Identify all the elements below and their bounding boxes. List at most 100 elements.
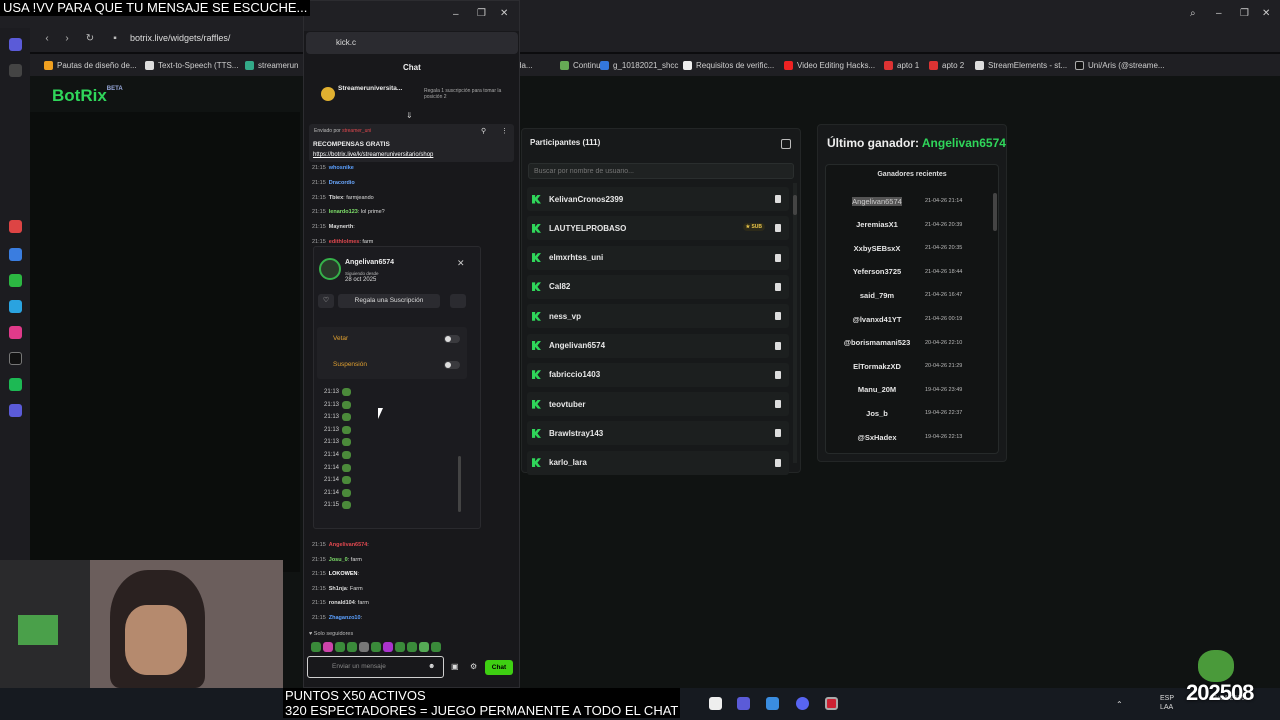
chat-minimize-icon[interactable]: – bbox=[453, 9, 459, 20]
delete-icon[interactable] bbox=[775, 282, 781, 291]
minimize-icon[interactable]: – bbox=[1216, 8, 1222, 19]
close-icon[interactable]: ✕ bbox=[1262, 8, 1270, 19]
chat-message[interactable]: 21:15 Angelivan6574: bbox=[312, 542, 369, 548]
chat-message[interactable]: 21:15 Dracordio bbox=[312, 180, 355, 186]
bookmark[interactable]: apto 2 bbox=[929, 60, 964, 70]
forward-icon[interactable]: › bbox=[62, 34, 72, 44]
send-chat-button[interactable]: Chat bbox=[485, 660, 513, 675]
gift-sub-button[interactable]: Regala una Suscripción bbox=[338, 294, 440, 308]
user-log-scrollbar[interactable] bbox=[458, 456, 461, 512]
spotify-icon[interactable] bbox=[9, 378, 22, 391]
player-icon[interactable] bbox=[9, 404, 22, 417]
emote-bar[interactable] bbox=[311, 642, 451, 652]
announcement-link[interactable]: https://botrix.live/k/streameruniversita… bbox=[313, 152, 433, 158]
chat-message[interactable]: 21:15 LOKOWEN: bbox=[312, 571, 359, 577]
log-entry: 21:14 bbox=[324, 476, 352, 485]
delete-icon[interactable] bbox=[775, 370, 781, 379]
teams-icon[interactable] bbox=[737, 697, 750, 710]
participants-title: Participantes (111) bbox=[530, 138, 601, 147]
delete-icon[interactable] bbox=[775, 224, 781, 233]
settings-icon[interactable]: ⚙ bbox=[470, 662, 477, 671]
discord-icon[interactable] bbox=[796, 697, 809, 710]
delete-icon[interactable] bbox=[775, 312, 781, 321]
gift-icon[interactable]: ▣ bbox=[451, 662, 459, 671]
bookmark[interactable]: streamerun bbox=[245, 60, 298, 70]
obs-icon[interactable] bbox=[825, 697, 838, 710]
bookmark[interactable]: StreamElements - st... bbox=[975, 60, 1067, 70]
instagram-icon[interactable] bbox=[9, 326, 22, 339]
participant-row[interactable]: Cal82 bbox=[527, 274, 789, 299]
winner-date: 21-04-26 20:35 bbox=[925, 245, 963, 252]
botrix-logo[interactable]: BotRixBETA bbox=[52, 86, 123, 106]
store-icon[interactable] bbox=[766, 697, 779, 710]
user-card-name[interactable]: Angelivan6574 bbox=[345, 259, 394, 266]
participant-row[interactable]: elmxrhtss_uni bbox=[527, 245, 789, 270]
bookmark[interactable]: Pautas de diseño de... bbox=[44, 60, 137, 70]
chat-message[interactable]: 21:15 Zhaganzo10: bbox=[312, 615, 362, 621]
pin-icon[interactable]: ⚲ bbox=[481, 127, 486, 135]
tray-arrow-icon[interactable]: ⌃ bbox=[1116, 700, 1126, 709]
chat-message[interactable]: 21:15 Maynerth: bbox=[312, 224, 355, 230]
user-card-close-icon[interactable]: ✕ bbox=[457, 258, 465, 269]
participant-search-input[interactable] bbox=[528, 163, 794, 179]
delete-icon[interactable] bbox=[775, 195, 781, 203]
delete-icon[interactable] bbox=[775, 341, 781, 350]
winner-date: 21-04-26 20:39 bbox=[925, 221, 963, 228]
chat-message[interactable]: 21:15 whosnike bbox=[312, 165, 354, 171]
delete-icon[interactable] bbox=[775, 253, 781, 262]
language-indicator[interactable]: ESP LAA bbox=[1160, 694, 1174, 712]
bookmark[interactable]: Video Editing Hacks... bbox=[784, 60, 875, 70]
ban-toggle[interactable] bbox=[444, 335, 460, 343]
participant-row[interactable]: fabriccio1403 bbox=[527, 362, 789, 387]
bookmark[interactable]: Text-to-Speech (TTS... bbox=[145, 60, 238, 70]
participant-row[interactable]: ness_vp bbox=[527, 304, 789, 329]
x-icon[interactable] bbox=[9, 352, 22, 365]
delete-icon[interactable] bbox=[775, 429, 781, 438]
back-icon[interactable]: ‹ bbox=[42, 34, 52, 44]
whatsapp-icon[interactable] bbox=[9, 274, 22, 287]
mention-button[interactable] bbox=[450, 294, 466, 308]
gmail-icon[interactable] bbox=[9, 220, 22, 233]
telegram-icon[interactable] bbox=[9, 300, 22, 313]
chat-message[interactable]: 21:15 ronald104: farm bbox=[312, 600, 369, 606]
more-icon[interactable]: ⋮ bbox=[501, 127, 508, 135]
bookmark[interactable]: g_10182021_shcc bbox=[600, 60, 678, 70]
participant-row[interactable]: LAUTYELPROBASO ★ SUB bbox=[527, 216, 789, 241]
bookmark[interactable]: Uni/Aris (@streame... bbox=[1075, 60, 1165, 70]
follow-heart-button[interactable]: ♡ bbox=[318, 294, 334, 308]
home-icon[interactable] bbox=[9, 38, 22, 51]
participant-row[interactable]: teovtuber bbox=[527, 392, 789, 417]
star-icon[interactable] bbox=[9, 64, 22, 77]
participant-row[interactable]: Brawlstray143 bbox=[527, 421, 789, 446]
chat-message[interactable]: 21:15 Sh1nja: Farm bbox=[312, 586, 363, 592]
participant-row[interactable]: Angelivan6574 bbox=[527, 333, 789, 358]
file-icon[interactable] bbox=[709, 697, 722, 710]
timeout-toggle[interactable] bbox=[444, 361, 460, 369]
expand-icon[interactable]: ⇓ bbox=[406, 111, 413, 120]
participant-row[interactable]: KelivanCronos2399 bbox=[527, 187, 789, 211]
reload-icon[interactable]: ↻ bbox=[85, 34, 95, 44]
participants-scrollbar[interactable] bbox=[793, 183, 797, 463]
chat-message[interactable]: 21:15 Tbiex: farmjeando bbox=[312, 195, 374, 201]
chat-message[interactable]: 21:15 Josu_0: farm bbox=[312, 557, 362, 563]
winner-row: @SxHadex 19-04-26 22:13 bbox=[829, 427, 989, 447]
chat-message[interactable]: 21:15 lenardo123: lol prime? bbox=[312, 209, 385, 215]
bookmark[interactable]: apto 1 bbox=[884, 60, 919, 70]
bookmark[interactable]: Requisitos de verific... bbox=[683, 60, 774, 70]
messenger-icon[interactable] bbox=[9, 248, 22, 261]
maximize-icon[interactable]: ❐ bbox=[1240, 8, 1249, 19]
chat-message[interactable]: 21:15 edithlolmes: farm bbox=[312, 239, 373, 245]
delete-icon[interactable] bbox=[775, 400, 781, 409]
emoji-icon[interactable]: ☻ bbox=[428, 663, 435, 670]
participant-name: Angelivan6574 bbox=[549, 341, 606, 350]
copy-icon[interactable] bbox=[781, 139, 791, 149]
kick-icon bbox=[532, 311, 541, 321]
winners-scrollbar[interactable] bbox=[993, 188, 997, 448]
participant-row[interactable]: karlo_lara bbox=[527, 450, 789, 475]
chat-close-icon[interactable]: ✕ bbox=[500, 8, 508, 19]
chat-maximize-icon[interactable]: ❐ bbox=[477, 8, 486, 19]
bookmark[interactable]: Continue bbox=[560, 60, 605, 70]
delete-icon[interactable] bbox=[775, 458, 781, 467]
search-icon[interactable]: ⌕ bbox=[1190, 8, 1196, 19]
address-bar[interactable]: botrix.live/widgets/raffles/ bbox=[130, 33, 230, 43]
